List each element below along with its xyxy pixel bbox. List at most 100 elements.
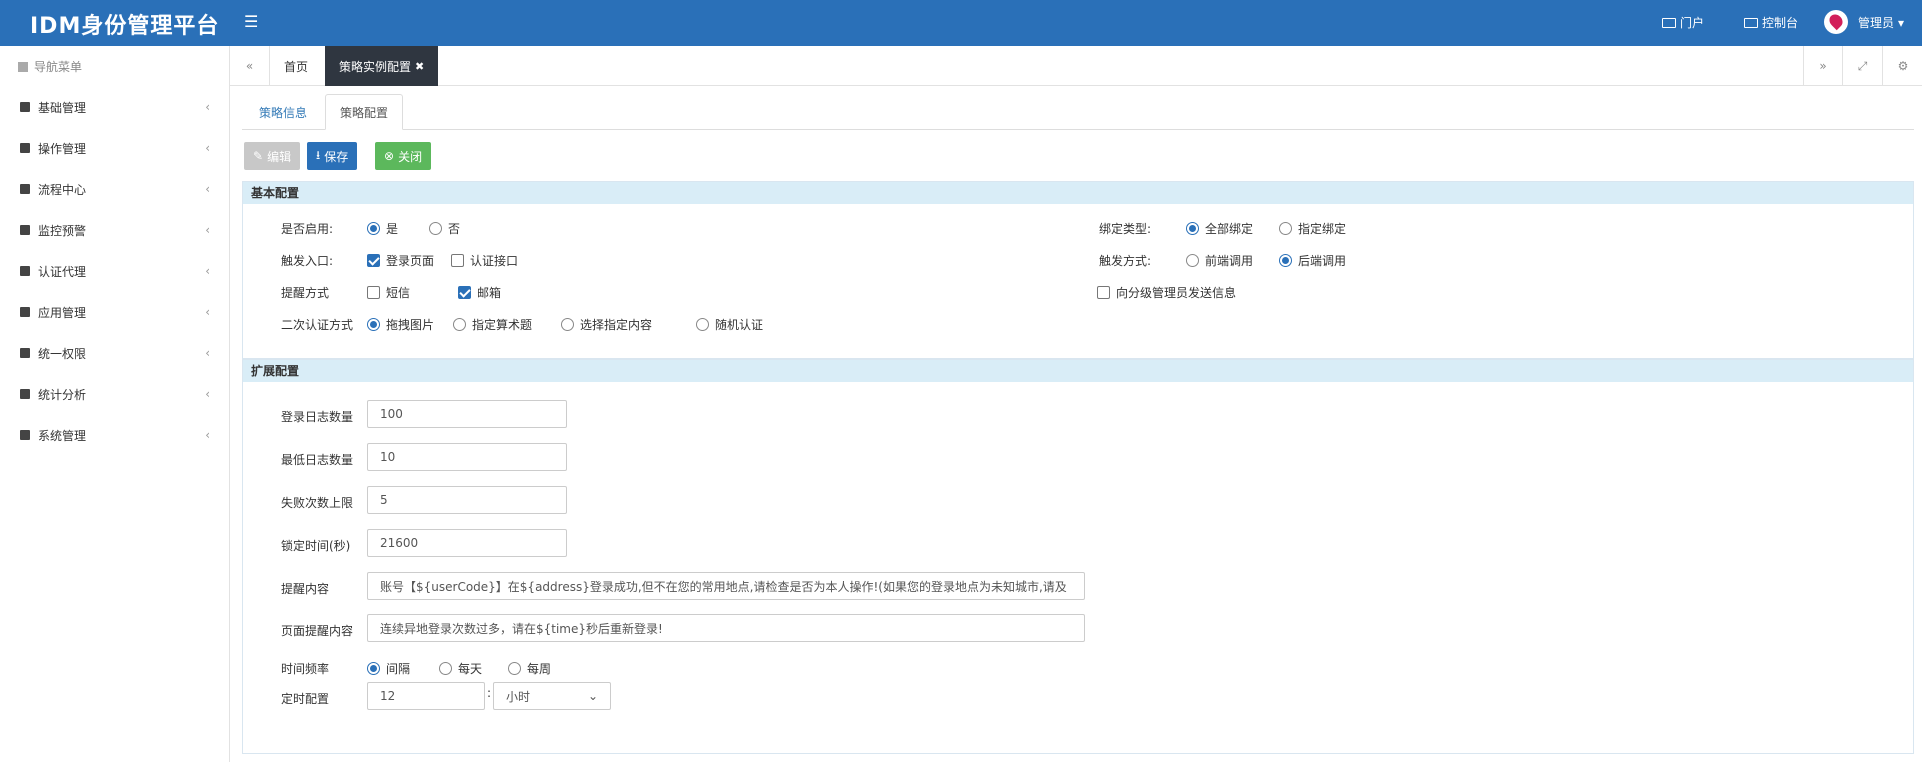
close-button[interactable]: ⊗ 关闭 (375, 142, 432, 170)
second-random-label: 随机认证 (715, 318, 764, 332)
sidebar-item-flow[interactable]: 流程中心 ‹ (0, 169, 230, 209)
trigger-entry-label: 触发入口: (281, 254, 334, 268)
close-circle-icon: ⊗ (384, 149, 395, 163)
checkbox-unchecked (451, 254, 464, 267)
sidebar-item-label: 流程中心 (38, 182, 87, 197)
fullscreen-icon[interactable]: ⤢ (1843, 46, 1883, 86)
enabled-no-radio[interactable]: 否 (429, 220, 460, 237)
remind-sms-checkbox[interactable]: 短信 (367, 284, 410, 301)
min-log-input[interactable] (367, 443, 567, 471)
menu-toggle-icon[interactable]: ☰ (244, 12, 258, 31)
monitor-icon (1744, 17, 1758, 28)
remind-admin-checkbox[interactable]: 向分级管理员发送信息 (1097, 284, 1236, 301)
bind-specified-label: 指定绑定 (1298, 222, 1347, 236)
tab-policy-instance[interactable]: 策略实例配置 ✖ (325, 46, 439, 86)
second-drag-radio[interactable]: 拖拽图片 (367, 316, 434, 333)
second-math-radio[interactable]: 指定算术题 (453, 316, 532, 333)
timer-unit-select[interactable]: 小时 ⌄ (493, 682, 611, 710)
tab-scroll-right-icon[interactable]: » (1803, 46, 1843, 86)
edit-button[interactable]: ✎ 编辑 (244, 142, 301, 170)
chevron-left-icon: ‹ (205, 223, 210, 237)
bind-specified-radio[interactable]: 指定绑定 (1279, 220, 1346, 237)
mode-front-label: 前端调用 (1205, 254, 1254, 268)
remind-content-input[interactable] (367, 572, 1085, 600)
user-menu[interactable]: 管理员 ▾ (1858, 14, 1904, 31)
eye-icon (20, 225, 30, 235)
freq-daily-label: 每天 (458, 662, 483, 676)
sidebar: 导航菜单 基础管理 ‹ 操作管理 ‹ 流程中心 ‹ 监控预警 ‹ 认证代理 ‹ 应用管理 ‹… (0, 46, 230, 762)
users-icon (20, 266, 30, 276)
radio-unchecked (453, 318, 466, 331)
timer-value-input[interactable] (367, 682, 485, 710)
radio-unchecked (1279, 222, 1292, 235)
gear-icon[interactable]: ⚙ (1883, 46, 1922, 86)
save-button[interactable]: ⭳ 保存 (307, 142, 358, 170)
timer-separator: : (487, 686, 492, 700)
shuffle-icon (20, 184, 30, 194)
sidebar-item-label: 认证代理 (38, 264, 87, 279)
tab-home[interactable]: 首页 (270, 46, 322, 86)
freq-daily-radio[interactable]: 每天 (439, 660, 482, 677)
grid-icon (18, 61, 28, 72)
sidebar-item-system[interactable]: 系统管理 ‹ (0, 415, 230, 455)
sidebar-item-auth-proxy[interactable]: 认证代理 ‹ (0, 251, 230, 291)
entry-login-checkbox[interactable]: 登录页面 (367, 252, 434, 269)
console-link[interactable]: 控制台 (1744, 14, 1798, 31)
timer-unit-value: 小时 (506, 689, 531, 704)
radio-unchecked (429, 222, 442, 235)
caret-down-icon: ▾ (1898, 15, 1905, 30)
sub-tabs: 策略信息 策略配置 (242, 94, 1914, 130)
enabled-yes-radio[interactable]: 是 (367, 220, 398, 237)
close-tab-icon[interactable]: ✖ (415, 60, 424, 73)
lock-time-input[interactable] (367, 529, 567, 557)
freq-interval-radio[interactable]: 间隔 (367, 660, 410, 677)
page-remind-input[interactable] (367, 614, 1085, 642)
second-random-radio[interactable]: 随机认证 (696, 316, 763, 333)
chevron-left-icon: ‹ (205, 428, 210, 442)
sidebar-item-label: 监控预警 (38, 223, 87, 238)
sidebar-item-app[interactable]: 应用管理 ‹ (0, 292, 230, 332)
chevron-left-icon: ‹ (205, 387, 210, 401)
sidebar-item-operation[interactable]: 操作管理 ‹ (0, 128, 230, 168)
bind-type-label: 绑定类型: (1099, 222, 1152, 236)
checkbox-checked (458, 286, 471, 299)
lock-time-label: 锁定时间(秒) (281, 539, 351, 553)
bind-all-radio[interactable]: 全部绑定 (1186, 220, 1253, 237)
sidebar-item-stats[interactable]: 统计分析 ‹ (0, 374, 230, 414)
bind-all-label: 全部绑定 (1205, 222, 1254, 236)
sidebar-item-monitor[interactable]: 监控预警 ‹ (0, 210, 230, 250)
portal-link[interactable]: 门户 (1662, 14, 1704, 31)
user-avatar[interactable] (1824, 10, 1848, 34)
enabled-label: 是否启用: (281, 222, 334, 236)
tab-policy-info[interactable]: 策略信息 (244, 94, 322, 130)
entry-auth-label: 认证接口 (470, 254, 519, 268)
chevron-left-icon: ‹ (205, 264, 210, 278)
freq-label: 时间频率 (281, 662, 330, 676)
sidebar-item-basic[interactable]: 基础管理 ‹ (0, 87, 230, 127)
main-content: 策略信息 策略配置 ✎ 编辑 ⭳ 保存 ⊗ 关闭 基本配置 是否启用: 是 否 绑定类… (242, 94, 1914, 762)
remind-email-checkbox[interactable]: 邮箱 (458, 284, 501, 301)
sidebar-item-permission[interactable]: 统一权限 ‹ (0, 333, 230, 373)
close-button-label: 关闭 (398, 149, 423, 164)
freq-weekly-radio[interactable]: 每周 (508, 660, 551, 677)
chevron-left-icon: ‹ (205, 346, 210, 360)
fail-limit-input[interactable] (367, 486, 567, 514)
radio-unchecked (508, 662, 521, 675)
remind-email-label: 邮箱 (477, 286, 502, 300)
login-log-input[interactable] (367, 400, 567, 428)
tab-scroll-left-icon[interactable]: « (230, 46, 270, 86)
list-icon (20, 307, 30, 317)
gears-icon (20, 430, 30, 440)
fail-limit-label: 失败次数上限 (281, 496, 354, 510)
entry-login-label: 登录页面 (386, 254, 435, 268)
mode-front-radio[interactable]: 前端调用 (1186, 252, 1253, 269)
portal-icon (1662, 17, 1676, 28)
entry-auth-checkbox[interactable]: 认证接口 (451, 252, 518, 269)
sidebar-item-label: 系统管理 (38, 428, 87, 443)
remind-label: 提醒方式 (281, 286, 330, 300)
tab-policy-info-label: 策略信息 (258, 105, 307, 120)
second-select-radio[interactable]: 选择指定内容 (561, 316, 652, 333)
mode-back-radio[interactable]: 后端调用 (1279, 252, 1346, 269)
checkbox-unchecked (1097, 286, 1110, 299)
tab-policy-config[interactable]: 策略配置 (325, 94, 403, 130)
